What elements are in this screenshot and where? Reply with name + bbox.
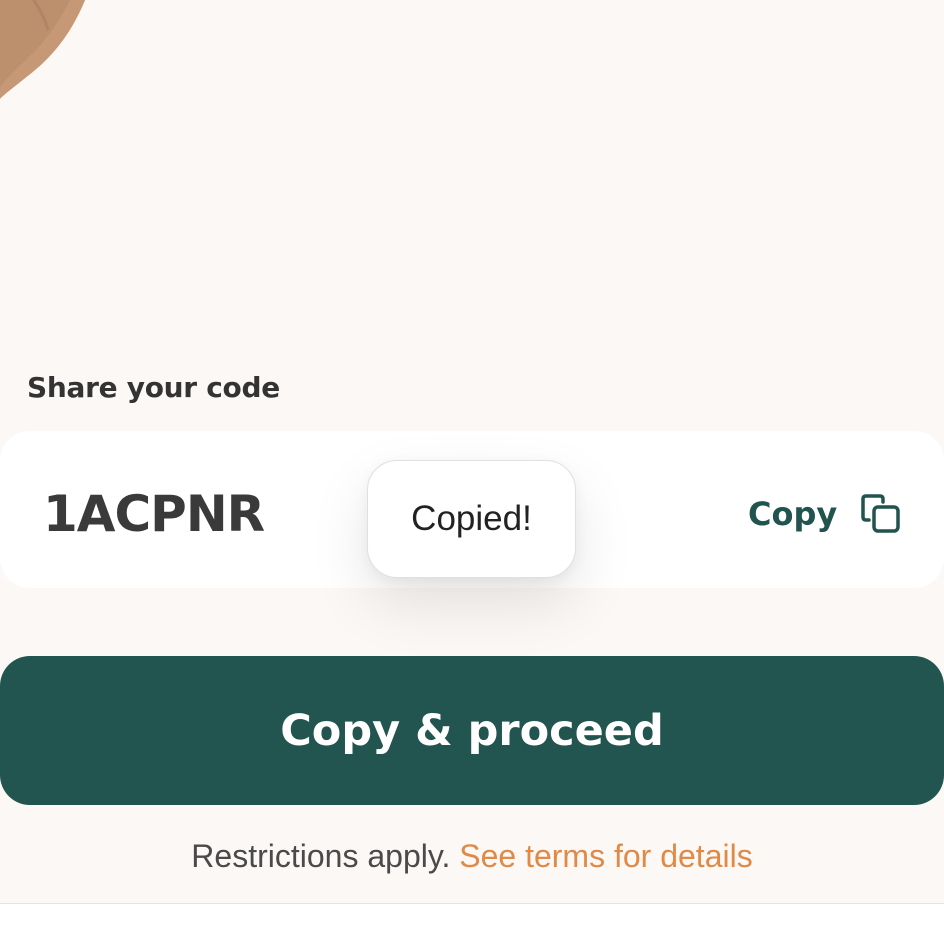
restrictions-text: Restrictions apply.: [191, 838, 451, 874]
copied-toast: Copied!: [367, 460, 576, 578]
copy-button-label: Copy: [748, 495, 838, 533]
referral-code-value: 1ACPNR: [43, 485, 265, 543]
copy-icon: [861, 494, 900, 533]
share-code-heading: Share your code: [27, 371, 280, 404]
copy-and-proceed-label: Copy & proceed: [280, 705, 664, 756]
restrictions-footnote: Restrictions apply. See terms for detail…: [0, 836, 944, 876]
copy-and-proceed-button[interactable]: Copy & proceed: [0, 656, 944, 805]
copy-button[interactable]: Copy: [748, 486, 903, 542]
bottom-bar: [0, 904, 944, 944]
hero-illustration: [0, 0, 86, 100]
terms-link[interactable]: See terms for details: [459, 838, 752, 874]
copied-toast-text: Copied!: [411, 499, 532, 538]
